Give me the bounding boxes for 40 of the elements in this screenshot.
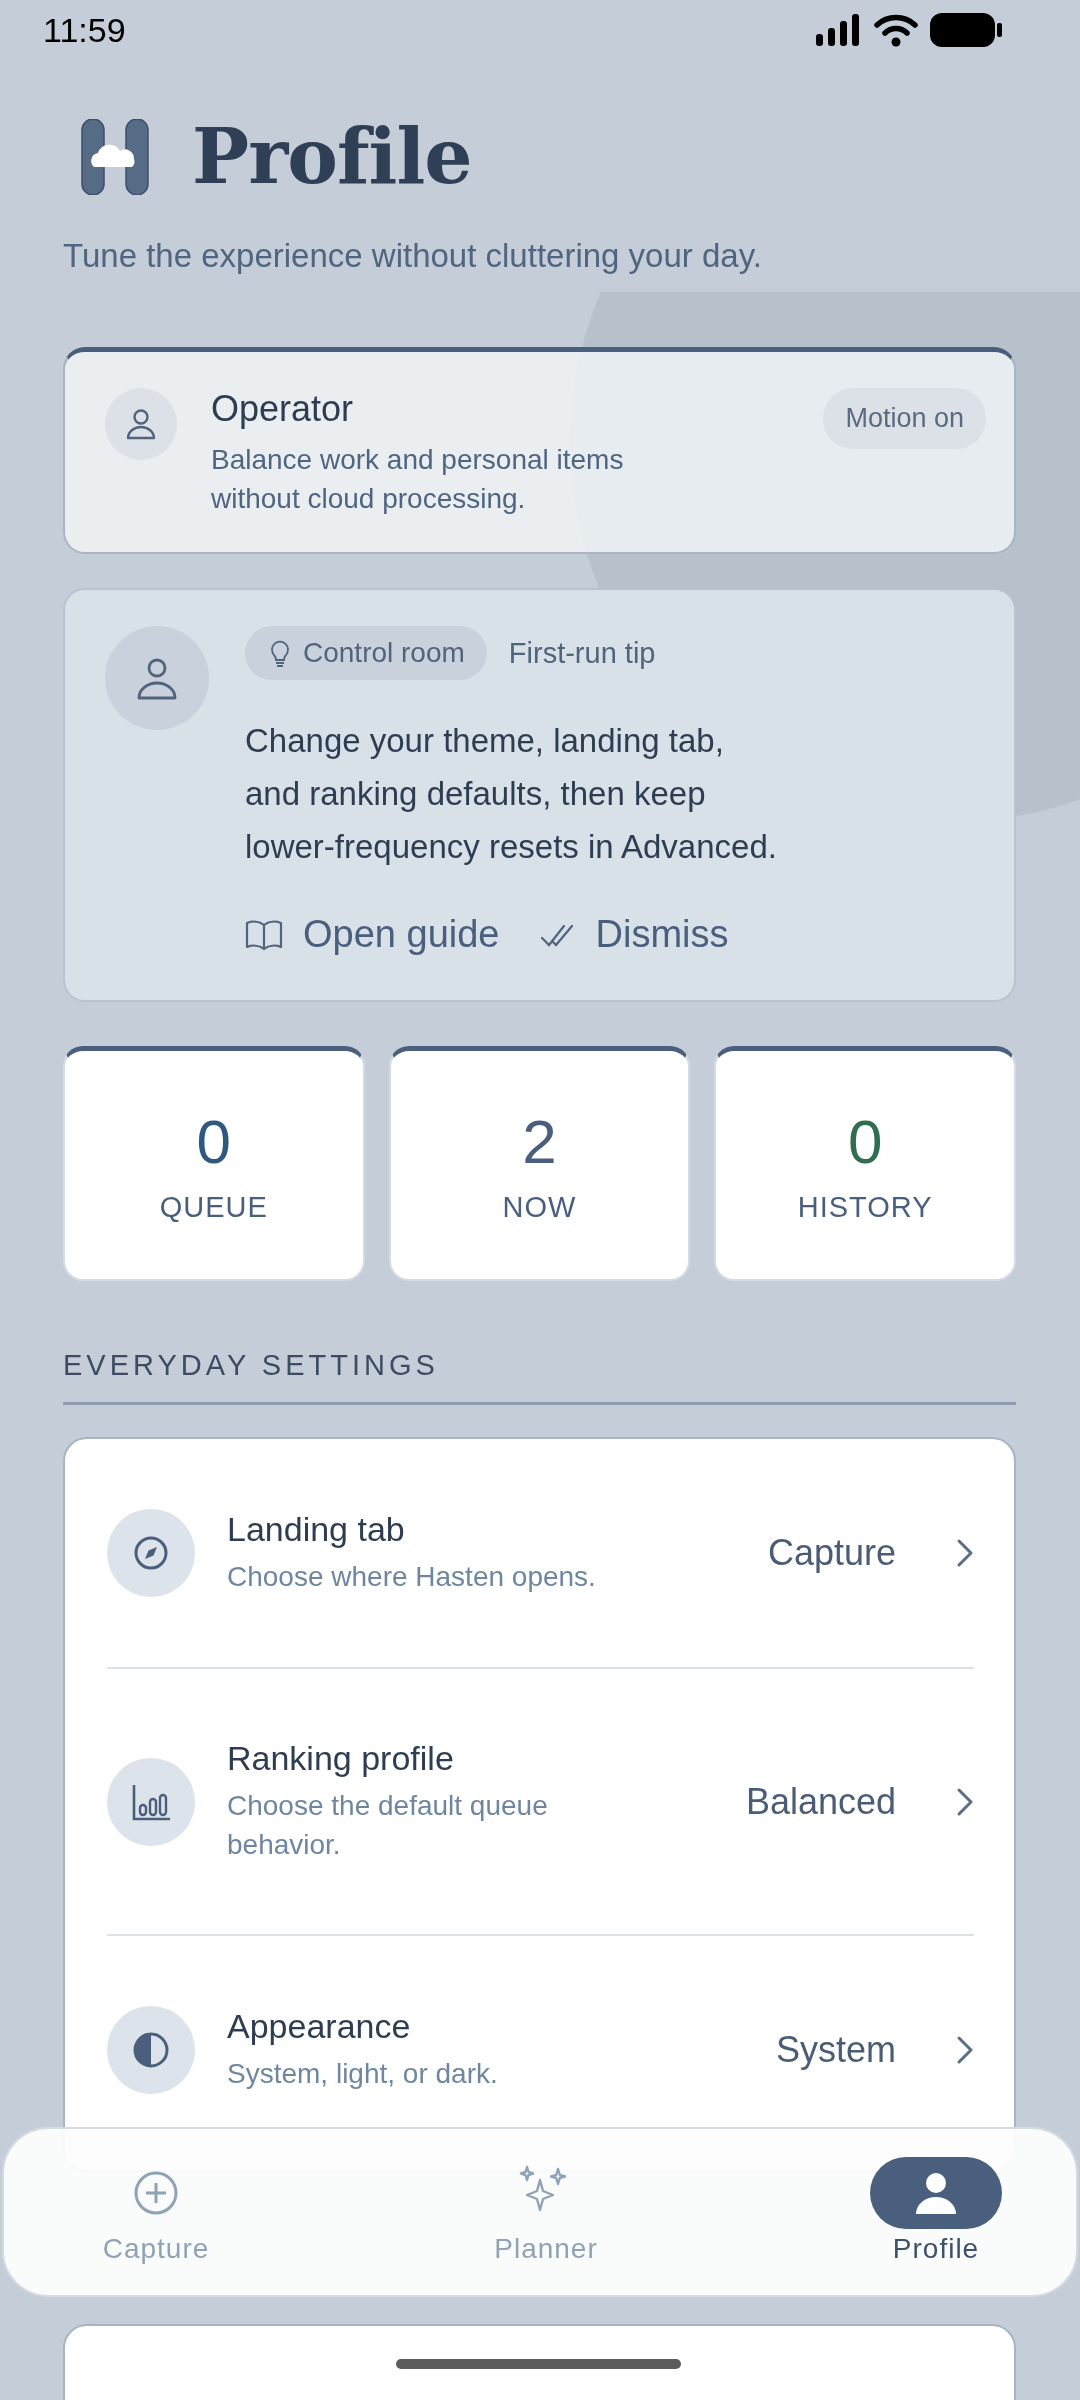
row-title: Ranking profile <box>227 1739 455 1778</box>
wifi-icon <box>874 13 918 47</box>
open-guide-button[interactable]: Open guide <box>245 913 500 956</box>
stat-label: HISTORY <box>797 1191 933 1224</box>
stat-value: 0 <box>847 1106 883 1177</box>
row-value: Capture <box>767 1532 896 1574</box>
signal-icon <box>816 14 862 46</box>
tip-label: First-run tip <box>508 636 656 670</box>
operator-title: Operator <box>211 388 355 430</box>
nav-tab[interactable]: Profile <box>856 2157 1016 2295</box>
dismiss-button[interactable]: Dismiss <box>539 913 729 956</box>
battery-icon <box>930 13 1002 47</box>
page-subtitle: Tune the experience without cluttering your day. <box>63 237 763 275</box>
stat-value: 2 <box>522 1106 557 1177</box>
operator-description: Balance work and personal items without cloud processing. <box>211 443 625 516</box>
status-time: 11:59 <box>43 10 126 50</box>
settings-row[interactable]: Landing tab Choose where Hasten opens. Capture <box>107 1439 974 1667</box>
stat-label: NOW <box>502 1191 577 1224</box>
row-description: System, light, or dark. <box>227 2057 499 2091</box>
settings-row[interactable]: Appearance System, light, or dark. System <box>107 1936 974 2110</box>
section-heading: EVERYDAY SETTINGS <box>63 1349 440 1382</box>
stat-value: 0 <box>196 1106 232 1177</box>
logo-icon <box>80 118 150 195</box>
page-title: Profile <box>192 112 472 201</box>
book-icon <box>245 918 283 951</box>
chevron-icon <box>956 2035 974 2065</box>
row-value: System <box>775 2029 896 2071</box>
row-value: Balanced <box>745 1780 896 1823</box>
row-title: Appearance <box>227 2007 412 2046</box>
row-title: Landing tab <box>227 1510 406 1549</box>
chevron-icon <box>956 1538 974 1568</box>
chip-label: Control room <box>303 637 465 669</box>
row-description: Choose where Hasten opens. <box>227 1560 597 1594</box>
tip-text: Change your theme, landing tab, and ranking defaults, then keep lower-frequency resets in Advanced. <box>245 721 777 867</box>
settings-row[interactable]: Ranking profile Choose the default queue behavior. Balanced <box>107 1669 974 1934</box>
motion-badge: Motion on <box>823 388 986 449</box>
row-description: Choose the default queue behavior. <box>227 1789 549 1862</box>
stat-label: QUEUE <box>159 1191 268 1224</box>
chevron-icon <box>956 1786 974 1817</box>
lightbulb-icon <box>269 638 291 668</box>
